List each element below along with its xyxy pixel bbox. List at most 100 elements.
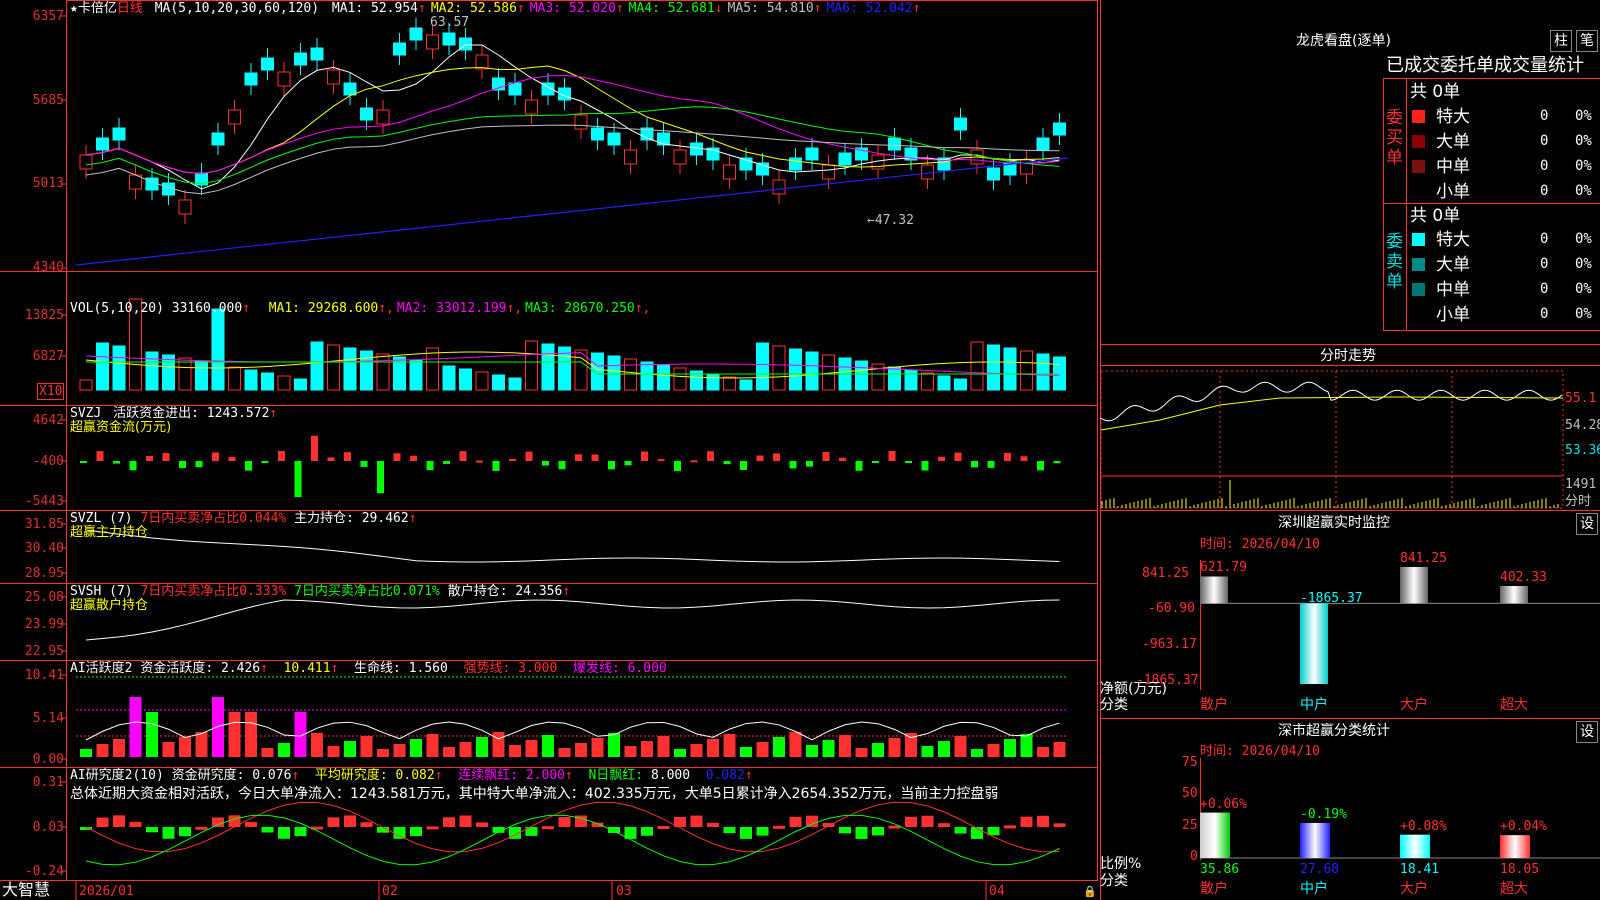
ai2-s1-label: 资金研究度: [171, 768, 245, 783]
lhb-tick-button[interactable]: 笔 [1576, 30, 1598, 52]
monitor-bar [1300, 603, 1328, 684]
ai1-bar [212, 697, 224, 757]
volume-bar [508, 377, 522, 391]
classify-bar [1400, 834, 1430, 858]
ma-values: MA1: 52.954↑ MA2: 52.586↑ MA3: 52.020↑ MA4:… [331, 1, 921, 16]
charts-svg[interactable] [0, 0, 1098, 900]
candle-body [574, 114, 588, 130]
volume-bar [327, 344, 340, 391]
svzj-bar [723, 461, 731, 465]
month-label: 02 [382, 884, 398, 899]
ai1-bar [806, 745, 818, 757]
monitor-y-tick: -963.17 [1142, 637, 1197, 652]
ai2-bar [1037, 815, 1049, 827]
sell-row-name: 大单 [1436, 255, 1470, 275]
svzj-bar [410, 455, 417, 461]
svzj-bar [657, 459, 665, 462]
svzl-y-tick: 28.95 [24, 566, 64, 581]
svzj-bar [591, 454, 599, 461]
volume-bar [112, 345, 126, 391]
svsh-seg3-label: 散户持仓: [447, 584, 508, 599]
lhb-header: 已成交委托单成交量统计 [1386, 55, 1584, 76]
sell-color-swatch [1412, 283, 1425, 296]
sell-color-swatch [1412, 233, 1425, 246]
volume-bar [145, 351, 159, 391]
classify-settings-button[interactable]: 设 [1576, 721, 1598, 743]
svsh-y-tick: 23.99 [24, 617, 64, 632]
candle-body [673, 149, 687, 165]
ai1-bar [872, 743, 884, 757]
ai1-bar [921, 746, 934, 757]
volume-bar [723, 376, 736, 391]
ai1-bar [888, 738, 901, 757]
ma-item: MA3: 52.020 [529, 1, 616, 16]
ai2-bar [195, 826, 208, 830]
ma-title: MA(5,10,20,30,60,120) [154, 1, 320, 16]
ai2-s4-value: 8.000 [650, 768, 691, 783]
ai2-s5: 0.082 [705, 768, 745, 783]
volume-bar [657, 364, 670, 391]
classify-x-label: 分类 [1100, 873, 1128, 889]
sell-row-pct: 0% [1575, 281, 1592, 297]
monitor-value-label: 841.25 [1400, 551, 1447, 566]
ai1-bar [822, 740, 835, 757]
buy-color-swatch [1412, 110, 1425, 123]
svsh-subtitle: 超赢散户持仓 [70, 598, 149, 613]
candle-body [228, 109, 241, 125]
volume-bar [954, 378, 967, 391]
classify-category: 超大 [1500, 881, 1528, 897]
svzj-bar [162, 453, 170, 461]
ai2-bar [839, 827, 851, 834]
vol-title: VOL(5,10,20) [70, 301, 164, 316]
ai1-bar [476, 737, 488, 757]
ai2-bar [360, 822, 373, 827]
sell-row-name: 特大 [1436, 230, 1470, 250]
ai2-s2: 平均研究度: 0.082 [314, 768, 435, 783]
classify-change-label: -0.19% [1300, 806, 1347, 822]
svzj-bar [872, 461, 879, 463]
classify-bar [1300, 822, 1330, 858]
candle-body [96, 137, 109, 151]
buy-row-name: 小单 [1436, 182, 1470, 202]
ai1-bar [591, 738, 604, 757]
sell-label: 委卖单 [1386, 232, 1403, 292]
lhb-bar-button[interactable]: 柱 [1550, 30, 1572, 52]
candle-body [789, 157, 802, 171]
candle-body [591, 127, 604, 141]
lock-icon[interactable]: 🔒 [1083, 884, 1097, 899]
candle-body [657, 132, 670, 146]
ai2-bar [641, 827, 653, 836]
volume-bar [525, 340, 538, 391]
intraday-frame [1100, 370, 1564, 509]
month-label: 03 [616, 884, 632, 899]
svzj-bar [888, 451, 896, 461]
period-label[interactable]: 日线 [117, 1, 143, 16]
candle-body [79, 154, 93, 170]
ai1-bar [575, 743, 587, 757]
ai1-s3-value: 1.560 [408, 661, 448, 676]
buy-row-count: 0 [1540, 158, 1549, 174]
svzj-value: 1243.572 [206, 406, 270, 421]
svzj-bar [80, 461, 87, 463]
candle-body [1053, 122, 1066, 136]
svzj-bar [195, 461, 203, 468]
ai2-bar [410, 827, 422, 837]
chart-area[interactable]: ★卡倍亿日线 MA(5,10,20,30,60,120) MA1: 52.954… [0, 0, 1098, 900]
stock-name: 卡倍亿 [77, 1, 117, 16]
svzl-seg1: 7日内买卖净占比0.044% [140, 511, 287, 526]
svsh-line [85, 599, 1060, 641]
buy-row-pct: 0% [1575, 183, 1592, 199]
svzl-header: SVZL (7) 7日内买卖净占比0.044% 主力持仓: 29.462↑, [70, 511, 425, 526]
ai1-s1-label: 资金活跃度: [140, 661, 214, 676]
ai1-y-tick: 5.14 [32, 711, 64, 726]
monitor-value-label: 621.79 [1200, 560, 1247, 576]
star-icon[interactable]: ★ [70, 1, 78, 16]
svzj-bar [509, 458, 516, 461]
ai1-bar [740, 747, 752, 757]
monitor-settings-button[interactable]: 设 [1576, 513, 1598, 535]
ai1-bar [839, 735, 851, 757]
svzj-bar [492, 461, 500, 471]
classify-bar [1500, 835, 1530, 858]
low-price-label: ←47.32 [867, 213, 914, 228]
svzl-y-tick: 30.40 [24, 541, 64, 556]
